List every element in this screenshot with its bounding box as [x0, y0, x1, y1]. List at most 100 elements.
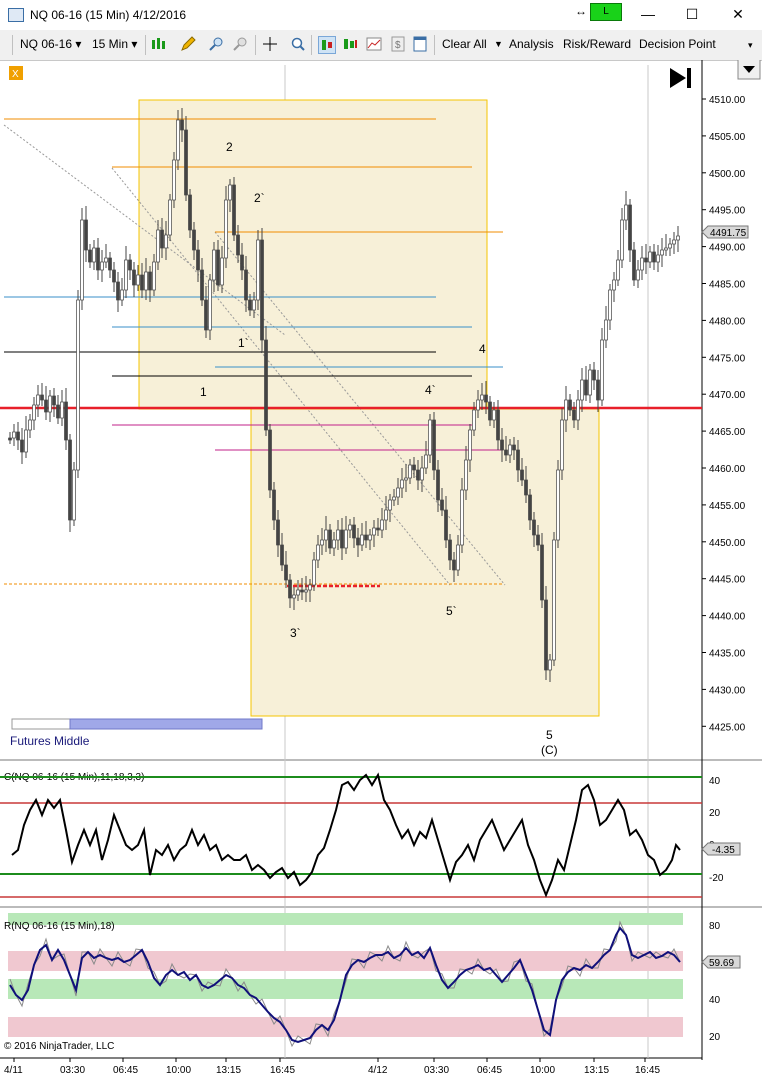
- chart-area[interactable]: 1 1 2 2` 1` 4 4` 5` 3` 5 (C) X Futures M…: [0, 60, 762, 1080]
- risk-reward-button[interactable]: Risk/Reward: [563, 37, 631, 51]
- candle-body: [616, 259, 620, 281]
- candle-body: [312, 559, 316, 586]
- candle-body: [316, 544, 320, 561]
- candle-body: [384, 509, 388, 521]
- time-tick-label: 16:45: [270, 1065, 295, 1076]
- price-tick-label: 4510.00: [709, 95, 746, 106]
- price-tick-label: 4430.00: [709, 685, 746, 696]
- candle-body: [320, 539, 324, 546]
- dollar-icon[interactable]: $: [390, 36, 406, 52]
- rsi-tick-40: 40: [709, 995, 721, 1006]
- candle-body: [388, 499, 392, 511]
- zoom-out-icon[interactable]: [232, 36, 248, 52]
- candle-body: [396, 487, 400, 498]
- connection-status-badge[interactable]: L: [590, 3, 622, 21]
- cci-tick-minus20: -20: [709, 873, 724, 884]
- candle-body: [48, 395, 52, 413]
- candle-body: [128, 259, 132, 271]
- cci-line[interactable]: [11, 772, 681, 898]
- close-button[interactable]: ✕: [718, 2, 758, 26]
- candle-body: [304, 589, 308, 593]
- candle-body: [32, 404, 36, 421]
- candle-body: [60, 401, 64, 419]
- candle-body: [144, 271, 148, 291]
- candle-body: [24, 429, 28, 453]
- candle-body: [292, 594, 296, 599]
- zoom-in-icon[interactable]: [208, 36, 224, 52]
- candle-body: [540, 544, 544, 601]
- candle-body: [88, 249, 92, 263]
- chart-canvas[interactable]: 1 1 2 2` 1` 4 4` 5` 3` 5 (C) X Futures M…: [0, 60, 762, 1080]
- maximize-button[interactable]: ☐: [672, 2, 712, 26]
- candle-body: [528, 494, 532, 521]
- candle-body: [116, 281, 120, 301]
- candle-body: [276, 519, 280, 546]
- clear-all-button[interactable]: Clear All: [442, 37, 487, 51]
- chart-style-icon[interactable]: [366, 36, 382, 52]
- candle-body: [280, 544, 284, 566]
- toolbar-separator: [255, 35, 256, 55]
- wave-label-2: 2: [226, 140, 233, 154]
- candle-body: [588, 369, 592, 396]
- candle-body: [672, 239, 676, 245]
- candle-body: [336, 529, 340, 541]
- indicators-icon[interactable]: [342, 36, 358, 52]
- candle-body: [648, 251, 652, 263]
- candle-body: [168, 199, 172, 236]
- candle-body: [480, 394, 484, 401]
- candle-body: [76, 299, 80, 471]
- wave-label-3-prime: 3`: [290, 626, 301, 640]
- candle-body: [212, 249, 216, 281]
- properties-icon[interactable]: [412, 36, 428, 52]
- cci-tick-40: 40: [709, 776, 721, 787]
- candle-body: [80, 219, 84, 301]
- candle-body: [356, 537, 360, 546]
- candle-body: [104, 257, 108, 263]
- interval-selector[interactable]: 15 Min ▾: [92, 37, 137, 51]
- candle-body: [236, 234, 240, 256]
- candle-body: [412, 464, 416, 471]
- candle-body: [184, 129, 188, 196]
- pencil-icon[interactable]: [180, 36, 196, 52]
- candle-body: [136, 274, 140, 286]
- time-tick-label: 13:15: [216, 1065, 241, 1076]
- futures-middle-label: Futures Middle: [10, 734, 90, 748]
- candle-body: [580, 379, 584, 401]
- candle-body: [456, 544, 460, 571]
- candle-body: [204, 299, 208, 331]
- candle-body: [376, 527, 380, 531]
- candle-body: [492, 409, 496, 421]
- crosshair-icon[interactable]: [262, 36, 278, 52]
- candle-body: [408, 464, 412, 479]
- candle-body: [92, 247, 96, 263]
- candle-body: [424, 454, 428, 469]
- clear-all-dropdown-icon[interactable]: ▼: [494, 39, 503, 49]
- magnifier-icon[interactable]: [290, 36, 306, 52]
- wave-label-1: 1: [200, 385, 207, 399]
- candle-body: [188, 194, 192, 231]
- time-axis: 4/11 03:30 06:45 10:00 13:15 16:45 4/12 03:30 06…: [4, 1058, 660, 1076]
- candle-body: [132, 269, 136, 286]
- strategy-icon[interactable]: [318, 36, 336, 54]
- candle-body: [556, 469, 560, 541]
- minimize-button[interactable]: —: [628, 2, 668, 26]
- time-tick-label: 4/11: [4, 1065, 23, 1076]
- candle-body: [440, 499, 444, 511]
- resize-arrows-icon[interactable]: ↔: [575, 4, 587, 18]
- candle-body: [140, 274, 144, 291]
- decision-point-button[interactable]: Decision Point: [639, 37, 716, 51]
- wave-label-2-prime: 2`: [254, 191, 265, 205]
- candle-body: [368, 534, 372, 541]
- wave-label-5-prime: 5`: [446, 604, 457, 618]
- cci-value-tag: -4.35: [701, 842, 741, 856]
- bar-type-icon[interactable]: [150, 36, 166, 52]
- rsi-tick-80: 80: [709, 921, 721, 932]
- fib-zone-upper[interactable]: [138, 99, 488, 410]
- instrument-selector[interactable]: NQ 06-16 ▾: [20, 37, 81, 51]
- skip-to-end-icon[interactable]: [670, 68, 691, 88]
- candle-body: [468, 429, 472, 461]
- analysis-button[interactable]: Analysis: [509, 37, 554, 51]
- candle-body: [284, 564, 288, 581]
- candle-body: [16, 431, 20, 441]
- toolbar-overflow-icon[interactable]: ▾: [748, 40, 753, 51]
